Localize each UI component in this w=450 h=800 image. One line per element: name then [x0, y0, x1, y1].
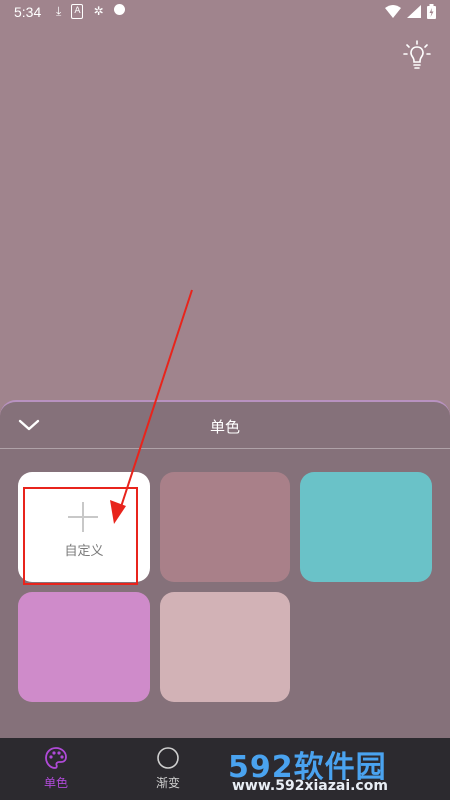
- download-icon: ⤓: [56, 4, 62, 18]
- color-sheet: 单色 自定义: [0, 400, 450, 740]
- status-time: 5:34: [14, 4, 42, 20]
- sheet-title: 单色: [209, 418, 240, 436]
- chat-icon: [113, 4, 125, 15]
- sheet-header: 单色: [0, 402, 450, 449]
- color-swatch[interactable]: [160, 472, 290, 582]
- bug-icon: ✲: [93, 4, 104, 18]
- battery-icon: [427, 4, 436, 19]
- plus-icon: [68, 502, 98, 532]
- nav-item-gradient[interactable]: 渐变: [138, 746, 198, 791]
- watermark-url: www.592xiazai.com: [232, 778, 388, 794]
- nav-label-gradient: 渐变: [155, 776, 180, 790]
- circle-icon: [157, 747, 179, 769]
- a-icon: A: [71, 4, 84, 19]
- color-swatch[interactable]: [160, 592, 290, 702]
- custom-color-button[interactable]: 自定义: [18, 472, 150, 582]
- color-swatch[interactable]: [18, 592, 150, 702]
- watermark: 592软件园 www.592xiazai.com: [222, 738, 450, 800]
- status-system-icons: [385, 4, 436, 19]
- nav-item-solid[interactable]: 单色: [26, 746, 86, 791]
- palette-icon: [45, 747, 67, 769]
- status-notification-icons: ⤓ A ✲: [56, 4, 125, 19]
- lightbulb-icon[interactable]: [402, 40, 432, 72]
- color-swatch[interactable]: [300, 472, 432, 582]
- wifi-icon: [385, 5, 401, 18]
- custom-label: 自定义: [64, 544, 104, 559]
- signal-icon: [407, 5, 421, 18]
- nav-label-solid: 单色: [43, 776, 68, 790]
- status-bar: 5:34 ⤓ A ✲: [0, 0, 450, 24]
